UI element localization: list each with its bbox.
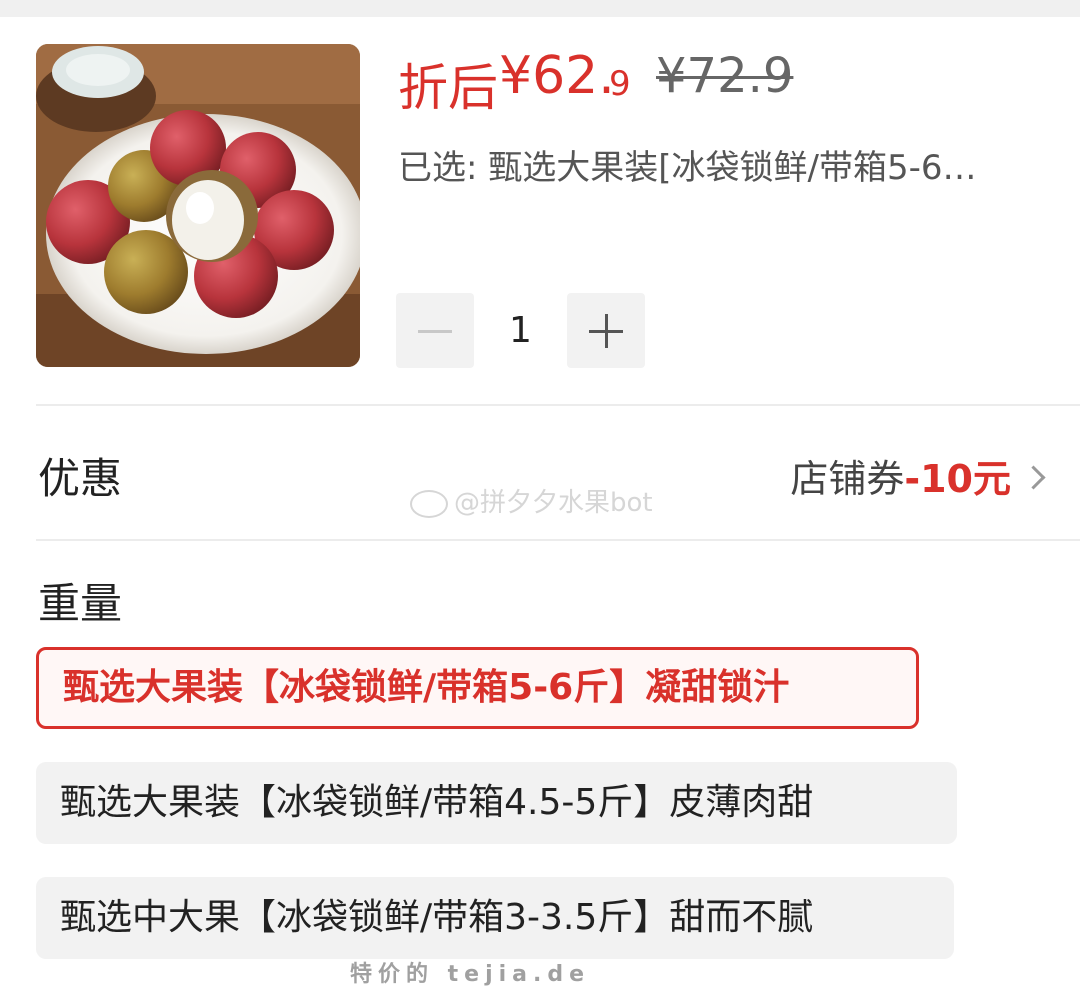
site-watermark: 特价的 tejia.de [350, 962, 591, 987]
top-bar [0, 0, 1080, 17]
divider [36, 539, 1080, 541]
weight-option[interactable]: 甄选大果装【冰袋锁鲜/带箱4.5-5斤】皮薄肉甜 [36, 762, 957, 844]
discounted-price-decimal: 9 [609, 64, 631, 104]
coupon-value: -10元 [904, 457, 1011, 501]
lychee-plate-illustration [36, 44, 360, 367]
watermark: @拼夕夕水果bot [410, 482, 653, 519]
discounted-price: ¥62. [499, 46, 615, 106]
quantity-increase-button[interactable] [567, 293, 645, 368]
weight-option-selected[interactable]: 甄选大果装【冰袋锁鲜/带箱5-6斤】凝甜锁汁 [36, 647, 919, 729]
quantity-value[interactable]: 1 [474, 293, 567, 368]
coupon-text: 店铺券 [790, 457, 905, 501]
promotion-label: 优惠 [38, 454, 123, 503]
weight-label: 重量 [38, 579, 123, 628]
weight-option[interactable]: 甄选中大果【冰袋锁鲜/带箱3-3.5斤】甜而不腻 [36, 877, 954, 959]
product-image[interactable] [36, 44, 360, 367]
quantity-decrease-button[interactable] [396, 293, 474, 368]
original-price: ¥72.9 [656, 48, 794, 104]
selected-variant-text: 已选: 甄选大果装[冰袋锁鲜/带箱5-6… [398, 148, 977, 188]
weibo-icon [410, 489, 448, 518]
price-prefix: 折后 [398, 59, 498, 117]
shop-coupon-row[interactable]: 店铺券-10元 [790, 448, 1046, 503]
divider [36, 404, 1080, 406]
watermark-text: @拼夕夕水果bot [454, 488, 653, 518]
chevron-right-icon [1021, 465, 1046, 490]
